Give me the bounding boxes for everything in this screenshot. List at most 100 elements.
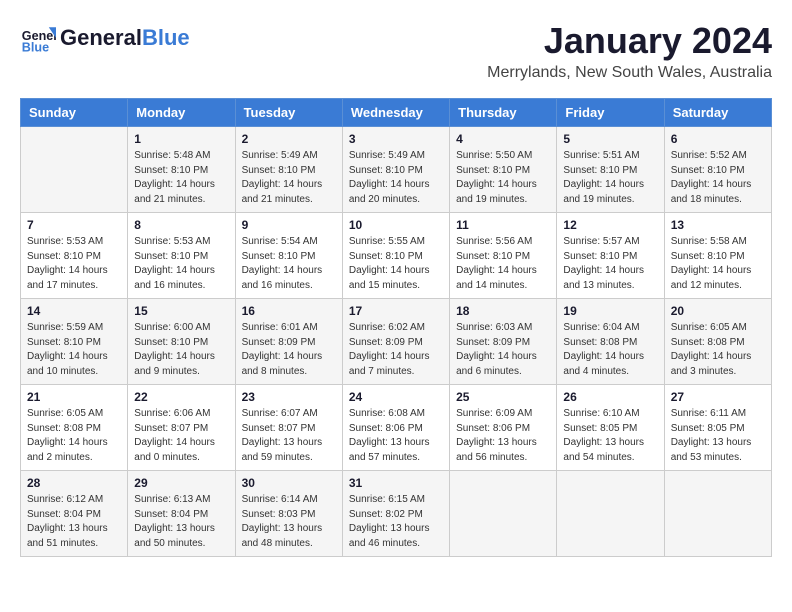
svg-text:Blue: Blue [22,41,49,55]
day-number: 12 [563,218,657,232]
day-info: Sunrise: 5:49 AM Sunset: 8:10 PM Dayligh… [349,149,443,207]
day-number: 31 [349,476,443,490]
calendar-cell: 14 Sunrise: 5:59 AM Sunset: 8:10 PM Dayli… [21,299,128,385]
calendar-cell: 17 Sunrise: 6:02 AM Sunset: 8:09 PM Dayli… [342,299,449,385]
day-info: Sunrise: 5:52 AM Sunset: 8:10 PM Dayligh… [671,149,765,207]
day-number: 4 [456,132,550,146]
day-number: 21 [27,390,121,404]
day-number: 26 [563,390,657,404]
day-number: 2 [242,132,336,146]
calendar-cell: 7 Sunrise: 5:53 AM Sunset: 8:10 PM Daylig… [21,213,128,299]
day-number: 18 [456,304,550,318]
day-number: 19 [563,304,657,318]
calendar-week-row: 14 Sunrise: 5:59 AM Sunset: 8:10 PM Dayli… [21,299,772,385]
calendar-cell: 22 Sunrise: 6:06 AM Sunset: 8:07 PM Dayli… [128,385,235,471]
calendar-cell: 12 Sunrise: 5:57 AM Sunset: 8:10 PM Dayli… [557,213,664,299]
day-info: Sunrise: 5:49 AM Sunset: 8:10 PM Dayligh… [242,149,336,207]
day-number: 8 [134,218,228,232]
logo-icon: General Blue [20,20,56,56]
day-info: Sunrise: 5:53 AM Sunset: 8:10 PM Dayligh… [134,235,228,293]
calendar-cell: 20 Sunrise: 6:05 AM Sunset: 8:08 PM Dayli… [664,299,771,385]
day-number: 1 [134,132,228,146]
day-number: 9 [242,218,336,232]
day-info: Sunrise: 6:07 AM Sunset: 8:07 PM Dayligh… [242,407,336,465]
day-info: Sunrise: 5:50 AM Sunset: 8:10 PM Dayligh… [456,149,550,207]
day-number: 20 [671,304,765,318]
calendar-cell: 8 Sunrise: 5:53 AM Sunset: 8:10 PM Daylig… [128,213,235,299]
day-of-week-header: Thursday [450,99,557,127]
calendar-cell: 16 Sunrise: 6:01 AM Sunset: 8:09 PM Dayli… [235,299,342,385]
calendar-cell [557,471,664,557]
calendar-header-row: SundayMondayTuesdayWednesdayThursdayFrid… [21,99,772,127]
calendar-subtitle: Merrylands, New South Wales, Australia [487,64,772,82]
calendar-cell: 25 Sunrise: 6:09 AM Sunset: 8:06 PM Dayli… [450,385,557,471]
calendar-cell: 1 Sunrise: 5:48 AM Sunset: 8:10 PM Daylig… [128,127,235,213]
calendar-cell: 3 Sunrise: 5:49 AM Sunset: 8:10 PM Daylig… [342,127,449,213]
calendar-cell [664,471,771,557]
day-number: 25 [456,390,550,404]
calendar-week-row: 28 Sunrise: 6:12 AM Sunset: 8:04 PM Dayli… [21,471,772,557]
day-number: 29 [134,476,228,490]
title-section: January 2024 Merrylands, New South Wales… [487,20,772,82]
calendar-title: January 2024 [487,20,772,62]
day-info: Sunrise: 6:08 AM Sunset: 8:06 PM Dayligh… [349,407,443,465]
day-number: 28 [27,476,121,490]
day-info: Sunrise: 6:01 AM Sunset: 8:09 PM Dayligh… [242,321,336,379]
day-number: 27 [671,390,765,404]
day-number: 7 [27,218,121,232]
calendar-cell: 26Sunrise: 6:10 AM Sunset: 8:05 PM Dayli… [557,385,664,471]
calendar-cell: 6 Sunrise: 5:52 AM Sunset: 8:10 PM Daylig… [664,127,771,213]
day-info: Sunrise: 5:51 AM Sunset: 8:10 PM Dayligh… [563,149,657,207]
page-header: General Blue GeneralBlue January 2024 Me… [20,20,772,82]
day-of-week-header: Wednesday [342,99,449,127]
logo: General Blue GeneralBlue [20,20,190,56]
day-number: 6 [671,132,765,146]
day-info: Sunrise: 6:04 AM Sunset: 8:08 PM Dayligh… [563,321,657,379]
calendar-cell: 19 Sunrise: 6:04 AM Sunset: 8:08 PM Dayli… [557,299,664,385]
calendar-cell: 4 Sunrise: 5:50 AM Sunset: 8:10 PM Daylig… [450,127,557,213]
calendar-cell: 21Sunrise: 6:05 AM Sunset: 8:08 PM Dayli… [21,385,128,471]
day-number: 17 [349,304,443,318]
calendar-cell: 23 Sunrise: 6:07 AM Sunset: 8:07 PM Dayli… [235,385,342,471]
day-info: Sunrise: 6:03 AM Sunset: 8:09 PM Dayligh… [456,321,550,379]
day-number: 24 [349,390,443,404]
day-number: 14 [27,304,121,318]
calendar-cell: 13Sunrise: 5:58 AM Sunset: 8:10 PM Dayli… [664,213,771,299]
day-of-week-header: Monday [128,99,235,127]
calendar-cell: 28 Sunrise: 6:12 AM Sunset: 8:04 PM Dayli… [21,471,128,557]
day-info: Sunrise: 5:57 AM Sunset: 8:10 PM Dayligh… [563,235,657,293]
day-info: Sunrise: 6:05 AM Sunset: 8:08 PM Dayligh… [671,321,765,379]
calendar-cell: 9 Sunrise: 5:54 AM Sunset: 8:10 PM Daylig… [235,213,342,299]
calendar-cell: 2 Sunrise: 5:49 AM Sunset: 8:10 PM Daylig… [235,127,342,213]
calendar-cell: 18 Sunrise: 6:03 AM Sunset: 8:09 PM Dayli… [450,299,557,385]
day-number: 16 [242,304,336,318]
day-info: Sunrise: 6:00 AM Sunset: 8:10 PM Dayligh… [134,321,228,379]
day-info: Sunrise: 6:06 AM Sunset: 8:07 PM Dayligh… [134,407,228,465]
calendar-week-row: 7 Sunrise: 5:53 AM Sunset: 8:10 PM Daylig… [21,213,772,299]
day-number: 13 [671,218,765,232]
day-info: Sunrise: 5:54 AM Sunset: 8:10 PM Dayligh… [242,235,336,293]
day-number: 3 [349,132,443,146]
day-number: 11 [456,218,550,232]
calendar-week-row: 1 Sunrise: 5:48 AM Sunset: 8:10 PM Daylig… [21,127,772,213]
day-info: Sunrise: 6:09 AM Sunset: 8:06 PM Dayligh… [456,407,550,465]
day-number: 5 [563,132,657,146]
calendar-cell: 30 Sunrise: 6:14 AM Sunset: 8:03 PM Dayli… [235,471,342,557]
calendar-cell: 15Sunrise: 6:00 AM Sunset: 8:10 PM Dayli… [128,299,235,385]
day-of-week-header: Sunday [21,99,128,127]
day-info: Sunrise: 6:12 AM Sunset: 8:04 PM Dayligh… [27,493,121,551]
calendar-cell: 27 Sunrise: 6:11 AM Sunset: 8:05 PM Dayli… [664,385,771,471]
day-number: 22 [134,390,228,404]
day-number: 23 [242,390,336,404]
calendar-table: SundayMondayTuesdayWednesdayThursdayFrid… [20,98,772,557]
day-info: Sunrise: 6:02 AM Sunset: 8:09 PM Dayligh… [349,321,443,379]
day-number: 30 [242,476,336,490]
day-info: Sunrise: 6:11 AM Sunset: 8:05 PM Dayligh… [671,407,765,465]
day-of-week-header: Tuesday [235,99,342,127]
day-info: Sunrise: 6:14 AM Sunset: 8:03 PM Dayligh… [242,493,336,551]
day-of-week-header: Friday [557,99,664,127]
day-info: Sunrise: 5:53 AM Sunset: 8:10 PM Dayligh… [27,235,121,293]
day-info: Sunrise: 5:48 AM Sunset: 8:10 PM Dayligh… [134,149,228,207]
day-info: Sunrise: 5:59 AM Sunset: 8:10 PM Dayligh… [27,321,121,379]
day-of-week-header: Saturday [664,99,771,127]
